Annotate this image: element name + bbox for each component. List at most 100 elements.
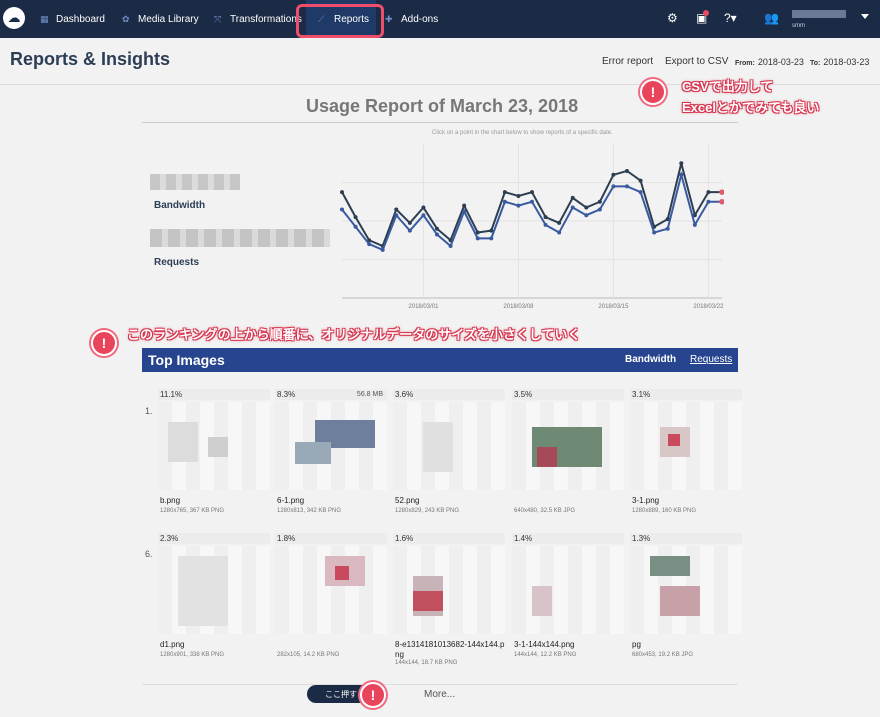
image-meta: 1280x889, 160 KB PNG — [632, 508, 697, 514]
data-point[interactable] — [489, 236, 494, 241]
image-filename[interactable]: pg — [632, 640, 641, 649]
more-link[interactable]: More... — [424, 689, 455, 700]
data-point[interactable] — [570, 205, 575, 210]
alert-icon: ! — [91, 330, 117, 356]
data-point[interactable] — [475, 236, 480, 241]
data-point[interactable] — [340, 207, 344, 212]
data-point[interactable] — [543, 222, 548, 227]
data-point[interactable] — [448, 244, 453, 249]
image-thumbnail[interactable] — [393, 546, 505, 634]
image-thumbnail[interactable] — [275, 402, 387, 490]
data-point[interactable] — [462, 209, 467, 214]
image-meta: 144x144, 18.7 KB PNG — [395, 660, 458, 666]
image-filename[interactable]: b.png — [160, 496, 180, 505]
image-thumbnail[interactable] — [158, 546, 270, 634]
data-point[interactable] — [597, 199, 602, 204]
data-point[interactable] — [516, 203, 521, 208]
data-point[interactable] — [706, 190, 711, 195]
image-thumbnail[interactable] — [512, 546, 624, 634]
data-point[interactable] — [570, 195, 575, 200]
date-to[interactable]: To: 2018-03-23 — [810, 57, 869, 67]
image-filename[interactable]: 3-1.png — [632, 496, 659, 505]
image-meta: 640x480, 32.5 KB JPG — [514, 508, 576, 514]
data-point[interactable] — [421, 205, 426, 210]
gear-icon[interactable]: ⚙ — [667, 11, 678, 25]
users-icon[interactable]: 👥 — [764, 11, 779, 25]
bandwidth-value-blurred — [150, 174, 240, 190]
series-line — [341, 162, 722, 248]
image-filename[interactable]: 52.png — [395, 496, 419, 505]
tab-requests[interactable]: Requests — [690, 354, 732, 365]
image-thumbnail[interactable] — [512, 402, 624, 490]
data-point[interactable] — [340, 190, 344, 195]
data-point[interactable] — [407, 228, 412, 233]
usage-line-chart[interactable]: 2018/03/01 2018/03/08 2018/03/15 2018/03/22 — [340, 138, 724, 310]
data-point[interactable] — [435, 226, 439, 231]
export-csv-link[interactable]: Export to CSV — [665, 56, 728, 67]
data-point[interactable] — [679, 172, 684, 177]
notification-dot — [703, 10, 709, 16]
nav-dashboard[interactable]: ▦ Dashboard — [40, 0, 105, 38]
image-filename[interactable]: 8-e1314181013682-144x144.png — [395, 640, 507, 660]
thumbnail-pixel-block — [660, 586, 700, 616]
data-point[interactable] — [380, 247, 385, 252]
data-point[interactable] — [625, 168, 629, 173]
image-thumbnail[interactable] — [393, 402, 505, 490]
image-thumbnail[interactable] — [630, 402, 742, 490]
data-point[interactable] — [638, 178, 643, 183]
tab-bandwidth[interactable]: Bandwidth — [625, 354, 676, 365]
data-point[interactable] — [557, 230, 562, 235]
data-point[interactable] — [407, 220, 412, 225]
image-meta: 144x144, 12.2 KB PNG — [514, 652, 577, 658]
data-point[interactable] — [692, 222, 697, 227]
data-point[interactable] — [625, 184, 629, 189]
account-name-blurred[interactable] — [792, 10, 846, 18]
data-point[interactable] — [543, 215, 548, 220]
nav-transformations[interactable]: ⤧ Transformations — [214, 0, 302, 38]
data-point[interactable] — [652, 230, 657, 235]
to-value: 2018-03-23 — [823, 57, 870, 67]
data-point[interactable] — [557, 220, 562, 225]
image-thumbnail[interactable] — [158, 402, 270, 490]
data-point[interactable] — [421, 213, 426, 218]
data-point[interactable] — [638, 190, 643, 195]
data-point[interactable] — [530, 199, 534, 204]
data-point[interactable] — [367, 242, 372, 247]
data-point[interactable] — [611, 184, 616, 189]
data-point[interactable] — [530, 190, 534, 195]
image-filename[interactable]: d1.png — [160, 640, 184, 649]
data-point[interactable] — [706, 199, 711, 204]
requests-label: Requests — [154, 257, 200, 268]
error-report-link[interactable]: Error report — [602, 56, 653, 67]
data-point[interactable] — [584, 213, 589, 218]
image-thumbnail[interactable] — [275, 546, 387, 634]
data-point[interactable] — [435, 232, 439, 237]
data-point[interactable] — [502, 199, 507, 204]
help-icon[interactable]: ?▾ — [724, 11, 737, 25]
image-thumbnail[interactable] — [630, 546, 742, 634]
thumbnail-pixel-block — [423, 422, 453, 472]
share-percent: 1.3% — [630, 533, 742, 544]
data-point[interactable] — [353, 224, 358, 229]
divider — [142, 122, 738, 123]
nav-media-library[interactable]: ✿ Media Library — [122, 0, 199, 38]
data-point[interactable] — [394, 213, 399, 218]
data-point[interactable] — [719, 198, 724, 205]
image-filename[interactable]: 6-1.png — [277, 496, 304, 505]
nav-addons[interactable]: ✚ Add-ons — [385, 0, 438, 38]
data-point[interactable] — [502, 190, 507, 195]
data-point[interactable] — [597, 207, 602, 212]
data-point[interactable] — [665, 226, 670, 231]
data-point[interactable] — [679, 161, 684, 166]
data-point[interactable] — [353, 215, 358, 220]
data-point[interactable] — [584, 205, 589, 210]
date-from[interactable]: From: 2018-03-23 — [735, 57, 804, 67]
data-point[interactable] — [611, 172, 616, 177]
image-filename[interactable]: 3-1-144x144.png — [514, 640, 575, 649]
data-point[interactable] — [516, 193, 521, 198]
data-point[interactable] — [719, 189, 724, 195]
data-point[interactable] — [394, 207, 399, 212]
data-point[interactable] — [462, 203, 467, 208]
chevron-down-icon[interactable] — [861, 14, 869, 19]
cloud-logo-icon[interactable]: ☁ — [3, 7, 25, 29]
